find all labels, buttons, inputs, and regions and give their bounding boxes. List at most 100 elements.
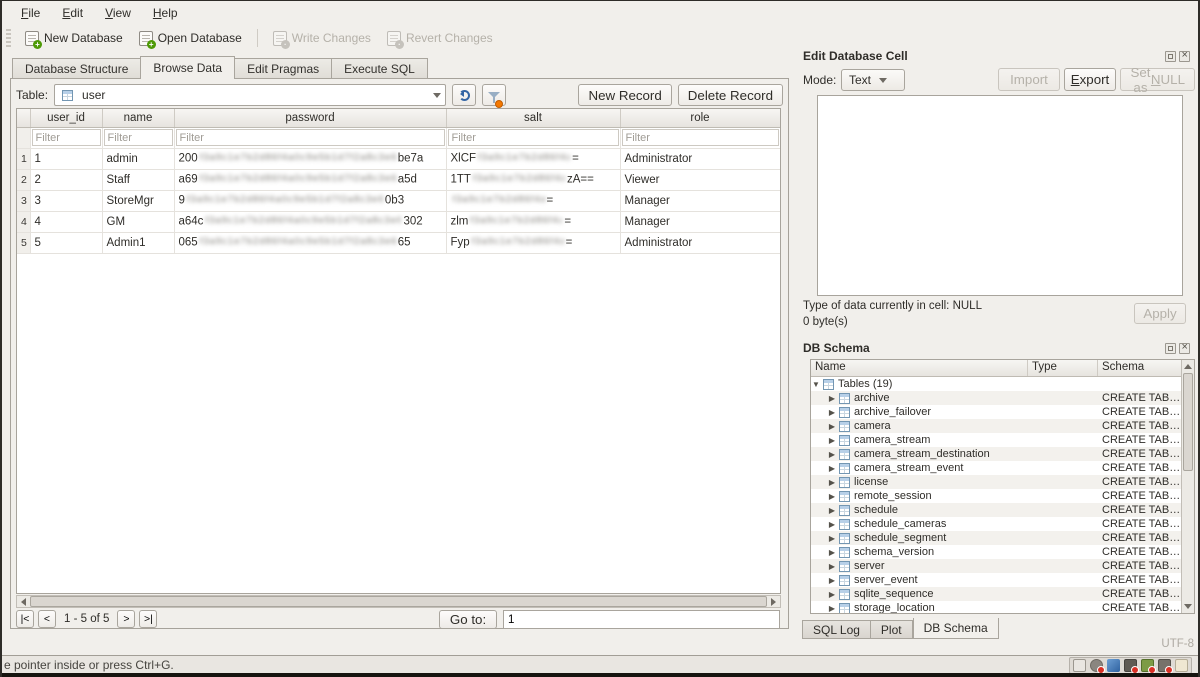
cell-role[interactable]: Administrator: [620, 148, 780, 169]
column-schema[interactable]: Schema: [1102, 361, 1144, 373]
tree-item-schema_version[interactable]: ▶schema_versionCREATE TAB…: [811, 545, 1194, 559]
cell-password[interactable]: 200f3a9c1e7b2d86f4a0c9e5b1d7f2a8c3e6b4d9…: [174, 148, 446, 169]
cell-name[interactable]: Staff: [102, 169, 174, 190]
collapse-arrow-icon[interactable]: ▼: [811, 380, 821, 389]
tree-root-tables[interactable]: ▼Tables (19): [811, 377, 1194, 391]
table-row[interactable]: 44GMa64cf3a9c1e7b2d86f4a0c9e5b1d7f2a8c3e…: [17, 211, 780, 232]
cell-name[interactable]: Admin1: [102, 232, 174, 253]
expand-arrow-icon[interactable]: ▶: [827, 408, 837, 417]
column-header-name[interactable]: name: [102, 109, 174, 127]
toolbar-drag-handle[interactable]: [6, 29, 11, 47]
cell-salt[interactable]: 1TTf3a9c1e7b2d86f4a0c9e5b1d7f2a8c3e6b4d9…: [446, 169, 620, 190]
cell-user-id[interactable]: 1: [30, 148, 102, 169]
export-button[interactable]: Export: [1064, 68, 1116, 91]
close-panel-button[interactable]: [1179, 51, 1190, 62]
float-panel-button[interactable]: [1165, 343, 1176, 354]
new-database-button[interactable]: +New Database: [17, 28, 131, 49]
write-changes-button[interactable]: ·Write Changes: [265, 28, 379, 49]
table-row[interactable]: 55Admin1065f3a9c1e7b2d86f4a0c9e5b1d7f2a8…: [17, 232, 780, 253]
tab-db-schema[interactable]: DB Schema: [913, 618, 999, 639]
row-number[interactable]: 1: [17, 148, 30, 169]
cell-name[interactable]: admin: [102, 148, 174, 169]
expand-arrow-icon[interactable]: ▶: [827, 464, 837, 473]
expand-arrow-icon[interactable]: ▶: [827, 478, 837, 487]
clipboard-icon[interactable]: [1175, 659, 1188, 672]
filter-input-role[interactable]: [622, 129, 779, 146]
cell-user-id[interactable]: 3: [30, 190, 102, 211]
window-icon[interactable]: [1073, 659, 1086, 672]
row-number[interactable]: 5: [17, 232, 30, 253]
tree-item-remote_session[interactable]: ▶remote_sessionCREATE TAB…: [811, 489, 1194, 503]
revert-changes-button[interactable]: ·Revert Changes: [379, 28, 501, 49]
filter-input-name[interactable]: [104, 129, 173, 146]
tab-database-structure[interactable]: Database Structure: [12, 58, 140, 79]
column-divider[interactable]: [1027, 360, 1028, 376]
row-number[interactable]: 4: [17, 211, 30, 232]
tree-item-server[interactable]: ▶serverCREATE TAB…: [811, 559, 1194, 573]
monitor-icon[interactable]: [1141, 659, 1154, 672]
cell-role[interactable]: Viewer: [620, 169, 780, 190]
table-row[interactable]: 33StoreMgr9f3a9c1e7b2d86f4a0c9e5b1d7f2a8…: [17, 190, 780, 211]
tree-item-archive[interactable]: ▶archiveCREATE TAB…: [811, 391, 1194, 405]
column-header-user_id[interactable]: user_id: [30, 109, 102, 127]
cell-role[interactable]: Administrator: [620, 232, 780, 253]
cell-password[interactable]: 065f3a9c1e7b2d86f4a0c9e5b1d7f2a8c3e6b4d9…: [174, 232, 446, 253]
column-name[interactable]: Name: [815, 361, 846, 373]
new-record-button[interactable]: New Record: [578, 84, 671, 106]
last-record-button[interactable]: >|: [139, 610, 157, 628]
expand-arrow-icon[interactable]: ▶: [827, 394, 837, 403]
display-icon[interactable]: [1158, 659, 1171, 672]
expand-arrow-icon[interactable]: ▶: [827, 422, 837, 431]
key-icon[interactable]: [1107, 659, 1120, 672]
clear-filters-button[interactable]: [482, 84, 506, 106]
tree-item-camera_stream_event[interactable]: ▶camera_stream_eventCREATE TAB…: [811, 461, 1194, 475]
table-row[interactable]: 11admin200f3a9c1e7b2d86f4a0c9e5b1d7f2a8c…: [17, 148, 780, 169]
filter-input-salt[interactable]: [448, 129, 619, 146]
tree-item-schedule_segment[interactable]: ▶schedule_segmentCREATE TAB…: [811, 531, 1194, 545]
tree-item-archive_failover[interactable]: ▶archive_failoverCREATE TAB…: [811, 405, 1194, 419]
first-record-button[interactable]: |<: [16, 610, 34, 628]
network-icon[interactable]: [1090, 659, 1103, 672]
expand-arrow-icon[interactable]: ▶: [827, 576, 837, 585]
tree-item-server_event[interactable]: ▶server_eventCREATE TAB…: [811, 573, 1194, 587]
expand-arrow-icon[interactable]: ▶: [827, 506, 837, 515]
horizontal-scrollbar-thumb[interactable]: [30, 596, 767, 607]
goto-input[interactable]: [503, 610, 780, 629]
refresh-button[interactable]: [452, 84, 476, 106]
scroll-right-button[interactable]: [767, 596, 780, 607]
menu-help[interactable]: Help: [144, 4, 187, 22]
expand-arrow-icon[interactable]: ▶: [827, 590, 837, 599]
cell-editor-textarea[interactable]: [817, 95, 1183, 296]
mode-combobox[interactable]: Text: [841, 69, 905, 91]
apply-button[interactable]: Apply: [1134, 303, 1186, 324]
tree-item-camera[interactable]: ▶cameraCREATE TAB…: [811, 419, 1194, 433]
expand-arrow-icon[interactable]: ▶: [827, 562, 837, 571]
scroll-down-button[interactable]: [1182, 600, 1194, 613]
cell-user-id[interactable]: 2: [30, 169, 102, 190]
row-number[interactable]: 2: [17, 169, 30, 190]
open-database-button[interactable]: +Open Database: [131, 28, 250, 49]
column-header-role[interactable]: role: [620, 109, 780, 127]
cell-role[interactable]: Manager: [620, 211, 780, 232]
scroll-up-button[interactable]: [1182, 360, 1194, 373]
float-panel-button[interactable]: [1165, 51, 1176, 62]
tree-item-camera_stream[interactable]: ▶camera_streamCREATE TAB…: [811, 433, 1194, 447]
column-header-salt[interactable]: salt: [446, 109, 620, 127]
scroll-left-button[interactable]: [17, 596, 30, 607]
menu-edit[interactable]: Edit: [53, 4, 92, 22]
cell-name[interactable]: StoreMgr: [102, 190, 174, 211]
expand-arrow-icon[interactable]: ▶: [827, 604, 837, 613]
vertical-scrollbar-thumb[interactable]: [1183, 373, 1193, 471]
set-null-button[interactable]: Set as NULL: [1120, 68, 1195, 91]
cell-salt[interactable]: XlCFf3a9c1e7b2d86f4a0c9e5b1d7f2a8c3e6b4d…: [446, 148, 620, 169]
save-icon[interactable]: [1124, 659, 1137, 672]
tree-item-license[interactable]: ▶licenseCREATE TAB…: [811, 475, 1194, 489]
filter-input-user_id[interactable]: [32, 129, 101, 146]
expand-arrow-icon[interactable]: ▶: [827, 520, 837, 529]
expand-arrow-icon[interactable]: ▶: [827, 548, 837, 557]
cell-salt[interactable]: zlmf3a9c1e7b2d86f4a0c9e5b1d7f2a8c3e6b4d9…: [446, 211, 620, 232]
tree-item-storage_location[interactable]: ▶storage_locationCREATE TAB…: [811, 601, 1194, 614]
tab-edit-pragmas[interactable]: Edit Pragmas: [235, 58, 331, 79]
cell-user-id[interactable]: 5: [30, 232, 102, 253]
tree-item-schedule_cameras[interactable]: ▶schedule_camerasCREATE TAB…: [811, 517, 1194, 531]
